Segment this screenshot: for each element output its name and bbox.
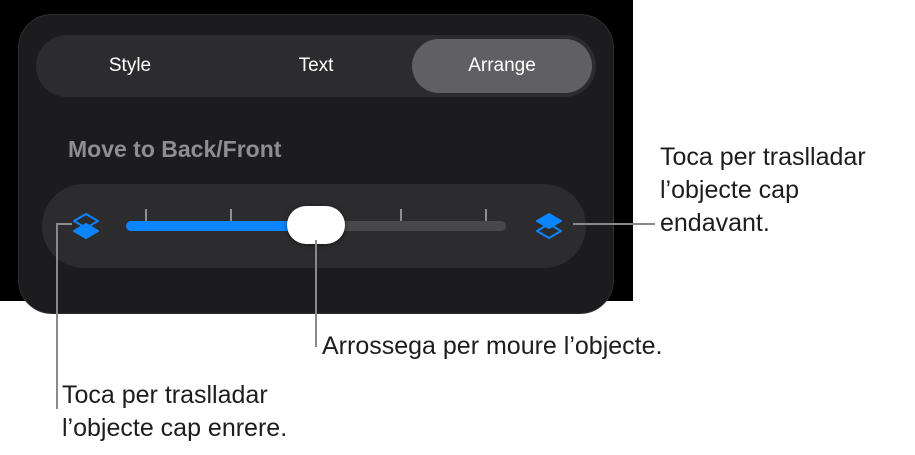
tab-bar: Style Text Arrange [36,35,596,97]
callout-back-leader-vertical [56,223,58,409]
callout-drag-leader [315,240,317,347]
callout-back-line-1: Toca per traslladar [62,381,268,409]
callout-front-leader [573,223,655,225]
callout-front-line-3: endavant. [660,209,770,237]
callout-back-line-2: l’objecte cap enrere. [62,414,288,442]
slider-tick [400,209,402,221]
slider-tick [145,209,147,221]
callout-back-leader-horizontal [56,223,72,225]
callout-front: Toca per traslladar l’objecte cap endava… [660,141,866,240]
callout-drag-line-1: Arrossega per moure l’objecte. [322,332,663,360]
slider-tick [230,209,232,221]
callout-front-line-1: Toca per traslladar [660,143,866,171]
tab-style[interactable]: Style [40,39,220,93]
callout-back: Toca per traslladar l’objecte cap enrere… [62,379,287,445]
tab-arrange[interactable]: Arrange [412,39,592,93]
tab-text[interactable]: Text [226,39,406,93]
layers-back-icon[interactable] [70,210,102,247]
slider-thumb[interactable] [287,206,345,244]
slider-tick [485,209,487,221]
layers-front-icon[interactable] [533,210,565,247]
callout-drag: Arrossega per moure l’objecte. [322,330,662,363]
callout-front-line-2: l’objecte cap [660,176,799,204]
section-title: Move to Back/Front [68,136,282,162]
